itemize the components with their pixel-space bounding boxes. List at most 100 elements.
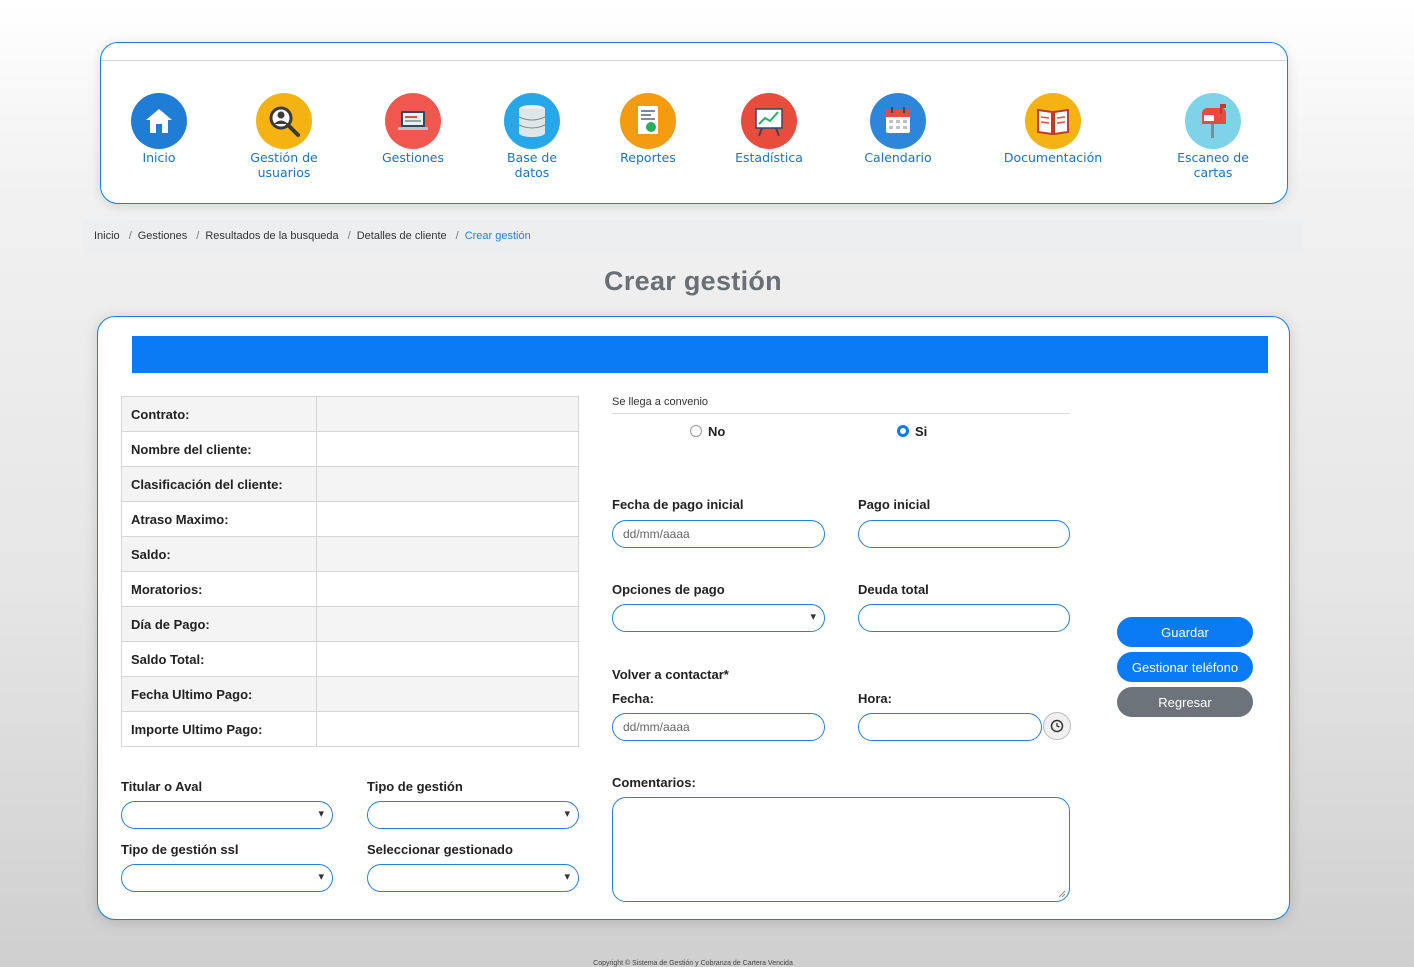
tipo-gestion-label: Tipo de gestión xyxy=(367,779,463,794)
row-label: Contrato: xyxy=(121,396,317,432)
titular-aval-label: Titular o Aval xyxy=(121,779,203,794)
table-row: Moratorios: xyxy=(121,571,579,607)
table-row: Saldo Total: xyxy=(121,641,579,677)
guardar-button[interactable]: Guardar xyxy=(1117,617,1253,647)
row-value xyxy=(316,641,579,677)
nav-item-estadistica[interactable]: Estadística xyxy=(709,93,829,165)
row-value xyxy=(316,676,579,712)
nav-label: Estadística xyxy=(735,150,803,165)
home-icon xyxy=(131,93,187,149)
fecha-pago-inicial-label: Fecha de pago inicial xyxy=(612,497,744,512)
hora-label: Hora: xyxy=(858,691,892,706)
tipo-gestion-ssl-select[interactable] xyxy=(121,864,333,892)
nav-label: Escaneo de cartas xyxy=(1177,150,1249,180)
row-value xyxy=(316,536,579,572)
convenio-si-radio[interactable] xyxy=(897,425,909,437)
calendar-icon xyxy=(870,93,926,149)
form-card: Contrato: Nombre del cliente: Clasificac… xyxy=(97,316,1290,920)
seleccionar-gestionado-label: Seleccionar gestionado xyxy=(367,842,513,857)
page-title: Crear gestión xyxy=(604,266,782,296)
breadcrumb-gestiones[interactable]: Gestiones xyxy=(138,230,188,242)
tipo-gestion-select[interactable] xyxy=(367,801,579,829)
header-band xyxy=(132,336,1268,373)
chart-board-icon xyxy=(741,93,797,149)
convenio-no-radio[interactable] xyxy=(690,425,702,437)
row-value xyxy=(316,711,579,747)
nav-item-gestion-usuarios[interactable]: Gestión de usuarios xyxy=(224,93,344,180)
breadcrumb-resultados[interactable]: Resultados de la busqueda xyxy=(205,230,338,242)
row-label: Saldo Total: xyxy=(121,641,317,677)
comentarios-textarea[interactable] xyxy=(612,797,1070,902)
table-row: Día de Pago: xyxy=(121,606,579,642)
row-value xyxy=(316,466,579,502)
clock-button[interactable] xyxy=(1043,712,1071,740)
breadcrumb-inicio[interactable]: Inicio xyxy=(94,230,120,242)
breadcrumb-detalles[interactable]: Detalles de cliente xyxy=(357,230,447,242)
table-row: Nombre del cliente: xyxy=(121,431,579,467)
deuda-total-label: Deuda total xyxy=(858,582,929,597)
clock-icon xyxy=(1050,719,1064,733)
table-row: Contrato: xyxy=(121,396,579,432)
nav-label: Inicio xyxy=(142,150,176,165)
nav-item-base-datos[interactable]: Base de datos xyxy=(472,93,592,180)
deuda-total-input[interactable] xyxy=(858,604,1070,632)
convenio-no-label: No xyxy=(708,424,726,439)
row-value xyxy=(316,431,579,467)
fecha-contacto-input[interactable]: dd/mm/aaaa xyxy=(612,713,825,741)
convenio-divider xyxy=(612,413,1070,414)
volver-contactar-label: Volver a contactar* xyxy=(612,667,729,682)
seleccionar-gestionado-select[interactable] xyxy=(367,864,579,892)
row-value xyxy=(316,606,579,642)
row-label: Nombre del cliente: xyxy=(121,431,317,467)
row-value xyxy=(316,501,579,537)
nav-label: Calendario xyxy=(864,150,932,165)
mailbox-icon xyxy=(1185,93,1241,149)
hora-input[interactable] xyxy=(858,713,1042,741)
fecha-pago-inicial-input[interactable]: dd/mm/aaaa xyxy=(612,520,825,548)
row-label: Moratorios: xyxy=(121,571,317,607)
row-label: Clasificación del cliente: xyxy=(121,466,317,502)
breadcrumb-separator: / xyxy=(347,230,351,242)
gestionar-telefono-button[interactable]: Gestionar teléfono xyxy=(1117,652,1253,682)
titular-aval-select[interactable] xyxy=(121,801,333,829)
nav-item-reportes[interactable]: Reportes xyxy=(588,93,708,165)
row-label: Saldo: xyxy=(121,536,317,572)
nav-item-calendario[interactable]: Calendario xyxy=(838,93,958,165)
main-nav: Inicio Gestión de usuarios Gestiones Bas… xyxy=(100,42,1288,204)
row-value xyxy=(316,571,579,607)
nav-label: Reportes xyxy=(620,150,676,165)
pago-inicial-input[interactable] xyxy=(858,520,1070,548)
resize-handle-icon xyxy=(1058,890,1066,898)
nav-item-inicio[interactable]: Inicio xyxy=(99,93,219,165)
breadcrumb-active: Crear gestión xyxy=(464,230,531,242)
row-label: Día de Pago: xyxy=(121,606,317,642)
row-label: Fecha Ultimo Pago: xyxy=(121,676,317,712)
table-row: Saldo: xyxy=(121,536,579,572)
nav-item-gestiones[interactable]: Gestiones xyxy=(353,93,473,165)
pago-inicial-label: Pago inicial xyxy=(858,497,931,512)
breadcrumb-separator: / xyxy=(128,230,132,242)
breadcrumb: Inicio / Gestiones / Resultados de la bu… xyxy=(83,220,1303,252)
nav-divider xyxy=(101,60,1287,61)
database-icon xyxy=(504,93,560,149)
nav-label: Gestiones xyxy=(381,150,445,165)
report-icon xyxy=(620,93,676,149)
opciones-pago-select[interactable] xyxy=(612,604,825,632)
laptop-icon xyxy=(385,93,441,149)
convenio-si-label: Si xyxy=(915,424,928,439)
nav-item-escaneo-cartas[interactable]: Escaneo de cartas xyxy=(1153,93,1273,180)
tipo-gestion-ssl-label: Tipo de gestión ssl xyxy=(121,842,239,857)
user-search-icon xyxy=(256,93,312,149)
date-placeholder: dd/mm/aaaa xyxy=(623,720,690,734)
regresar-button[interactable]: Regresar xyxy=(1117,687,1253,717)
nav-item-documentacion[interactable]: Documentación xyxy=(993,93,1113,165)
table-row: Importe Ultimo Pago: xyxy=(121,711,579,747)
nav-label: Gestión de usuarios xyxy=(250,150,318,180)
row-value xyxy=(316,396,579,432)
breadcrumb-separator: / xyxy=(196,230,200,242)
comentarios-label: Comentarios: xyxy=(612,775,696,790)
client-info-table: Contrato: Nombre del cliente: Clasificac… xyxy=(121,396,579,747)
fecha-label: Fecha: xyxy=(612,691,654,706)
table-row: Fecha Ultimo Pago: xyxy=(121,676,579,712)
row-label: Importe Ultimo Pago: xyxy=(121,711,317,747)
